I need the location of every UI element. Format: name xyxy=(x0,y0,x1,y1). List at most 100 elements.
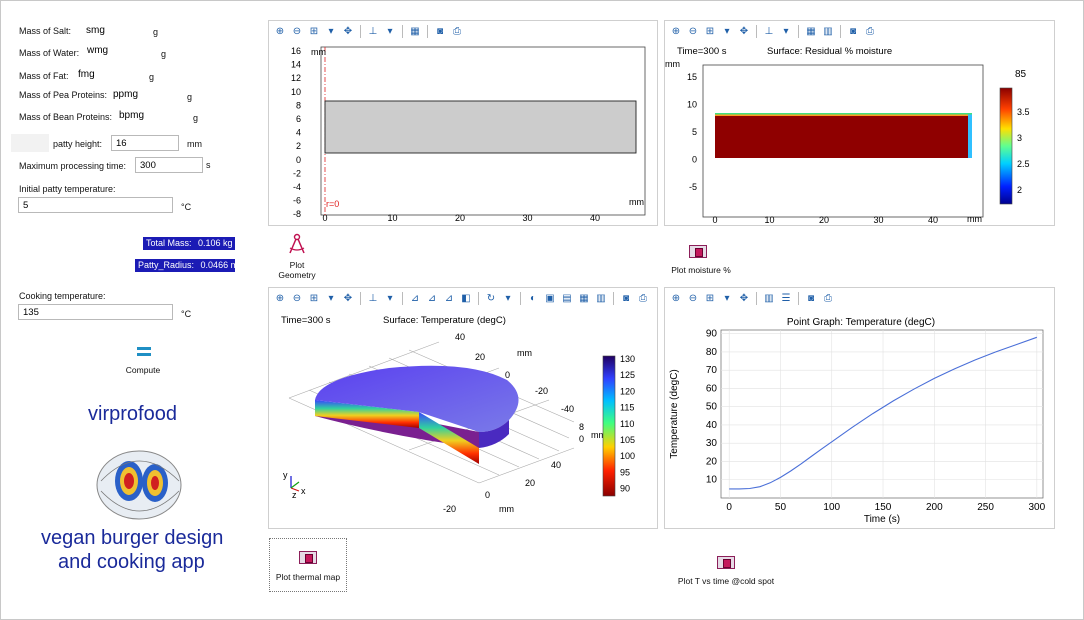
zoom-extents-icon[interactable]: ✥ xyxy=(737,24,751,38)
rotate-icon[interactable]: ↻ xyxy=(484,291,498,305)
zoom-box-icon[interactable]: ⊞ xyxy=(703,24,717,38)
camera-icon[interactable]: ◙ xyxy=(619,291,633,305)
bean-input[interactable]: bpmg xyxy=(119,110,144,121)
y-tick-label: 20 xyxy=(706,456,718,467)
view-zx-icon[interactable]: ⊿ xyxy=(442,291,456,305)
x-tick-label: 300 xyxy=(1029,502,1046,513)
brand-logo xyxy=(96,450,182,520)
pea-label: Mass of Pea Proteins: xyxy=(19,90,108,100)
table-icon[interactable]: ▥ xyxy=(762,291,776,305)
wireframe-icon[interactable]: ▤ xyxy=(560,291,574,305)
fat-unit: g xyxy=(149,72,155,82)
zoom-out-icon[interactable]: ⊖ xyxy=(686,291,700,305)
x-tick-label: 30 xyxy=(522,213,532,223)
zoom-out-icon[interactable]: ⊖ xyxy=(290,24,304,38)
zoom-extents-icon[interactable]: ✥ xyxy=(341,291,355,305)
print-icon[interactable]: ⎙ xyxy=(450,24,464,38)
colorbar-tick-label: 115 xyxy=(620,403,634,413)
axis-dropdown-icon[interactable]: ▾ xyxy=(779,24,793,38)
geo-unit-y: mm xyxy=(311,47,326,57)
y-tick-label: 80 xyxy=(706,347,718,358)
grid-icon[interactable]: ▥ xyxy=(594,291,608,305)
plot-geometry-button[interactable]: Plot Geometry xyxy=(277,233,317,281)
x-tick-label: 20 xyxy=(455,213,465,223)
dropdown-icon[interactable]: ▾ xyxy=(720,24,734,38)
view-yz-icon[interactable]: ⊿ xyxy=(425,291,439,305)
x-tick-label: 50 xyxy=(775,502,787,513)
y-tick-label: 16 xyxy=(291,46,301,56)
pea-input[interactable]: ppmg xyxy=(113,89,138,100)
y-tick-label: -8 xyxy=(293,209,301,219)
zoom-out-icon[interactable]: ⊖ xyxy=(290,291,304,305)
colorbar-icon[interactable]: ▥ xyxy=(821,24,835,38)
colorbar-tick-label: 3.5 xyxy=(1017,107,1030,117)
transparency-icon[interactable]: ▣ xyxy=(543,291,557,305)
zoom-out-icon[interactable]: ⊖ xyxy=(686,24,700,38)
axis-dropdown-icon[interactable]: ▾ xyxy=(383,291,397,305)
print-icon[interactable]: ⎙ xyxy=(636,291,650,305)
moisture-plot: 15 10 5 0 -5 0 10 20 30 40 mm mm 85 3.5 3 2.5 2 xyxy=(665,59,1030,225)
x-tick-label: 200 xyxy=(926,502,943,513)
y-tick-label: 20 xyxy=(475,352,485,362)
scene-light-icon[interactable]: ◐ xyxy=(526,291,540,305)
y-tick-label: 10 xyxy=(687,100,697,110)
patty-height-input[interactable]: 16 xyxy=(111,135,179,151)
grid-icon[interactable]: ▦ xyxy=(408,24,422,38)
render-icon[interactable]: ▦ xyxy=(577,291,591,305)
th-ax-z: z xyxy=(292,490,297,500)
colorbar-tick-label: 130 xyxy=(620,354,635,364)
zoom-in-icon[interactable]: ⊕ xyxy=(273,291,287,305)
fat-input[interactable]: fmg xyxy=(78,69,95,80)
x-tick-label: 0 xyxy=(485,490,490,500)
dropdown-icon[interactable]: ▾ xyxy=(324,291,338,305)
axis-dropdown-icon[interactable]: ▾ xyxy=(383,24,397,38)
bean-label: Mass of Bean Proteins: xyxy=(19,112,113,122)
camera-icon[interactable]: ◙ xyxy=(846,24,860,38)
zoom-extents-icon[interactable]: ✥ xyxy=(737,291,751,305)
perspective-icon[interactable]: ◧ xyxy=(459,291,473,305)
thermal-panel: ⊕ ⊖ ⊞ ▾ ✥ ⊥ ▾ ⊿ ⊿ ⊿ ◧ ↻ ▾ ◐ ▣ ▤ ▦ ▥ ◙ ⎙ … xyxy=(268,287,658,529)
zoom-extents-icon[interactable]: ✥ xyxy=(341,24,355,38)
geometry-toolbar: ⊕ ⊖ ⊞ ▾ ✥ ⊥ ▾ ▦ ◙ ⎙ xyxy=(269,21,657,41)
y-tick-label: 12 xyxy=(291,73,301,83)
rotate-dropdown-icon[interactable]: ▾ xyxy=(501,291,515,305)
compute-button[interactable]: Compute xyxy=(121,341,165,377)
th-unit2: mm xyxy=(499,504,514,514)
zoom-in-icon[interactable]: ⊕ xyxy=(669,24,683,38)
view-xy-icon[interactable]: ⊿ xyxy=(408,291,422,305)
colorbar-tick-label: 2 xyxy=(1017,185,1022,195)
app-window: Mass of Salt: smg g Mass of Water: wmg g… xyxy=(0,0,1084,620)
dropdown-icon[interactable]: ▾ xyxy=(324,24,338,38)
max-time-label: Maximum processing time: xyxy=(19,161,127,171)
moi-unit-x: mm xyxy=(967,214,982,224)
y-tick-label: 6 xyxy=(296,114,301,124)
zoom-box-icon[interactable]: ⊞ xyxy=(307,24,321,38)
print-icon[interactable]: ⎙ xyxy=(863,24,877,38)
camera-icon[interactable]: ◙ xyxy=(804,291,818,305)
print-icon[interactable]: ⎙ xyxy=(821,291,835,305)
water-input[interactable]: wmg xyxy=(87,45,108,56)
salt-input[interactable]: smg xyxy=(86,25,105,36)
zoom-in-icon[interactable]: ⊕ xyxy=(273,24,287,38)
list-icon[interactable]: ☰ xyxy=(779,291,793,305)
camera-icon[interactable]: ◙ xyxy=(433,24,447,38)
total-mass-label: Total Mass: xyxy=(146,238,192,248)
axis-icon[interactable]: ⊥ xyxy=(366,291,380,305)
fat-label: Mass of Fat: xyxy=(19,71,69,81)
initial-temp-input[interactable]: 5 xyxy=(18,197,173,213)
zoom-box-icon[interactable]: ⊞ xyxy=(703,291,717,305)
plot-thermal-button[interactable]: Plot thermal map xyxy=(269,538,347,592)
cooking-temp-input[interactable]: 135 xyxy=(18,304,173,320)
plot-moisture-button[interactable]: Plot moisture % xyxy=(661,243,741,277)
initial-temp-label: Initial patty temperature: xyxy=(19,184,116,194)
grid-icon[interactable]: ▦ xyxy=(804,24,818,38)
axis-icon[interactable]: ⊥ xyxy=(366,24,380,38)
plot-t-vs-time-button[interactable]: Plot T vs time @cold spot xyxy=(671,556,781,588)
max-time-input[interactable]: 300 xyxy=(135,157,203,173)
blank-box xyxy=(11,134,49,152)
zoom-box-icon[interactable]: ⊞ xyxy=(307,291,321,305)
zoom-in-icon[interactable]: ⊕ xyxy=(669,291,683,305)
dropdown-icon[interactable]: ▾ xyxy=(720,291,734,305)
axis-icon[interactable]: ⊥ xyxy=(762,24,776,38)
y-tick-label: -4 xyxy=(293,182,301,192)
